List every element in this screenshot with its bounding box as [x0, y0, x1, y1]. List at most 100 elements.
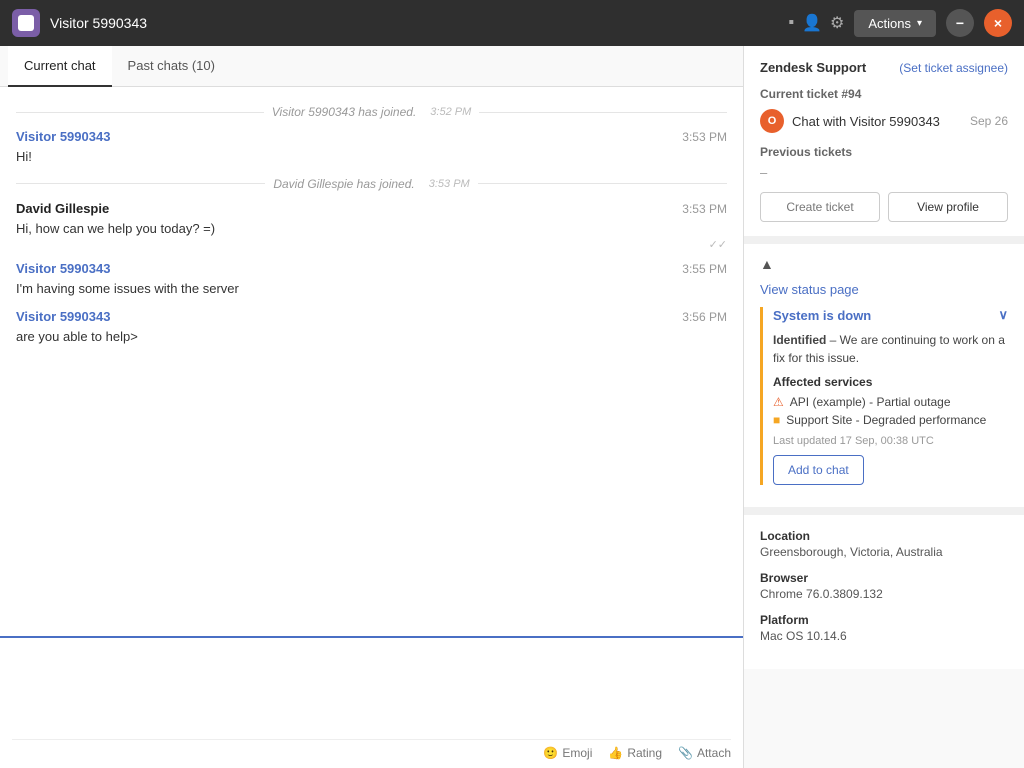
browser-label: Browser	[760, 571, 1008, 585]
person-icon[interactable]: 👤	[802, 13, 822, 33]
input-toolbar: 🙂 Emoji 👍 Rating 📎 Attach	[12, 739, 731, 760]
message-time: 3:55 PM	[682, 262, 727, 276]
message-author: Visitor 5990343	[16, 129, 110, 144]
rating-icon: 👍	[608, 746, 623, 760]
message-author: Visitor 5990343	[16, 309, 110, 324]
affected-icon: ■	[773, 413, 780, 427]
message-text: I'm having some issues with the server	[16, 279, 727, 299]
incident-description: Identified – We are continuing to work o…	[773, 331, 1008, 367]
system-message-text: Visitor 5990343 has joined.	[272, 105, 417, 119]
affected-item-text: API (example) - Partial outage	[790, 395, 951, 409]
emoji-button[interactable]: 🙂 Emoji	[543, 746, 592, 760]
message-time: 3:56 PM	[682, 310, 727, 324]
attach-button[interactable]: 📎 Attach	[678, 746, 731, 760]
close-button[interactable]: ×	[984, 9, 1012, 37]
message-author: David Gillespie	[16, 201, 109, 216]
platform-value: Mac OS 10.14.6	[760, 629, 1008, 643]
message-text: Hi, how can we help you today? =)	[16, 219, 727, 239]
app-icon-inner	[18, 15, 34, 31]
location-label: Location	[760, 529, 1008, 543]
view-profile-button[interactable]: View profile	[888, 192, 1008, 222]
message-input[interactable]	[12, 646, 731, 736]
titlebar-title: Visitor 5990343	[50, 15, 778, 31]
titlebar-icons: ▪ 👤 ⚙	[788, 13, 844, 33]
messages-area: Visitor 5990343 has joined. 3:52 PM Visit…	[0, 87, 743, 636]
zendesk-section: Zendesk Support (Set ticket assignee) Cu…	[744, 46, 1024, 244]
system-message: Visitor 5990343 has joined. 3:52 PM	[16, 105, 727, 119]
emoji-icon: 🙂	[543, 746, 558, 760]
message-block: Visitor 5990343 3:56 PM are you able to …	[16, 309, 727, 347]
location-value: Greensborough, Victoria, Australia	[760, 545, 1008, 559]
chevron-down-icon: ▾	[917, 18, 922, 29]
ticket-date: Sep 26	[970, 114, 1008, 128]
affected-items: ⚠ API (example) - Partial outage ■ Support …	[773, 395, 1008, 427]
ticket-row: O Chat with Visitor 5990343 Sep 26	[760, 109, 1008, 133]
platform-group: Platform Mac OS 10.14.6	[760, 613, 1008, 643]
minimize-button[interactable]: −	[946, 9, 974, 37]
set-assignee-link[interactable]: (Set ticket assignee)	[899, 61, 1008, 75]
msg-header: Visitor 5990343 3:53 PM	[16, 129, 727, 144]
system-message-text: David Gillespie has joined.	[273, 177, 414, 191]
last-updated: Last updated 17 Sep, 00:38 UTC	[773, 435, 1008, 447]
message-time: 3:53 PM	[682, 202, 727, 216]
system-message-time: 3:53 PM	[429, 178, 470, 190]
actions-button[interactable]: Actions ▾	[854, 10, 936, 37]
main-layout: Current chat Past chats (10) Visitor 599…	[0, 46, 1024, 768]
rating-button[interactable]: 👍 Rating	[608, 746, 662, 760]
location-section: Location Greensborough, Victoria, Austra…	[744, 515, 1024, 669]
tab-past-chats[interactable]: Past chats (10)	[112, 46, 231, 87]
zendesk-header: Zendesk Support (Set ticket assignee)	[760, 60, 1008, 75]
prev-tickets-dash: –	[760, 165, 1008, 180]
input-area: 🙂 Emoji 👍 Rating 📎 Attach	[0, 636, 743, 768]
incident-title[interactable]: System is down ∨	[773, 307, 1008, 323]
message-block: Visitor 5990343 3:53 PM Hi!	[16, 129, 727, 167]
chevron-down-icon: ∨	[998, 307, 1008, 323]
message-author: Visitor 5990343	[16, 261, 110, 276]
ticket-buttons: Create ticket View profile	[760, 192, 1008, 222]
affected-icon: ⚠	[773, 395, 784, 409]
chat-panel: Current chat Past chats (10) Visitor 599…	[0, 46, 744, 768]
platform-label: Platform	[760, 613, 1008, 627]
message-time: 3:53 PM	[682, 130, 727, 144]
message-checkmark: ✓✓	[709, 238, 727, 251]
affected-title: Affected services	[773, 375, 1008, 389]
status-section: ▲ View status page System is down ∨ Iden…	[744, 244, 1024, 515]
right-panel: Zendesk Support (Set ticket assignee) Cu…	[744, 46, 1024, 768]
message-text: are you able to help>	[16, 327, 727, 347]
status-collapse-button[interactable]: ▲	[760, 256, 774, 272]
emoji-label: Emoji	[562, 746, 592, 760]
system-message: David Gillespie has joined. 3:53 PM	[16, 177, 727, 191]
affected-item: ⚠ API (example) - Partial outage	[773, 395, 1008, 409]
create-ticket-button[interactable]: Create ticket	[760, 192, 880, 222]
msg-header: Visitor 5990343 3:55 PM	[16, 261, 727, 276]
incident-status-bold: Identified	[773, 333, 826, 347]
message-block: Visitor 5990343 3:55 PM I'm having some …	[16, 261, 727, 299]
ticket-name: Chat with Visitor 5990343	[792, 114, 962, 129]
msg-header: David Gillespie 3:53 PM	[16, 201, 727, 216]
msg-footer: ✓✓	[16, 238, 727, 251]
tabs: Current chat Past chats (10)	[0, 46, 743, 87]
attach-icon: 📎	[678, 746, 693, 760]
tab-current-chat[interactable]: Current chat	[8, 46, 112, 87]
screen-icon[interactable]: ▪	[788, 14, 794, 32]
incident-title-text: System is down	[773, 308, 871, 323]
zendesk-title: Zendesk Support	[760, 60, 866, 75]
status-incident: System is down ∨ Identified – We are con…	[760, 307, 1008, 485]
browser-value: Chrome 76.0.3809.132	[760, 587, 1008, 601]
message-block: David Gillespie 3:53 PM Hi, how can we h…	[16, 201, 727, 252]
settings-icon[interactable]: ⚙	[830, 13, 844, 33]
add-to-chat-button[interactable]: Add to chat	[773, 455, 864, 485]
set-assignee-label: Set ticket assignee	[903, 61, 1004, 75]
prev-tickets-label: Previous tickets	[760, 145, 1008, 159]
system-message-time: 3:52 PM	[430, 106, 471, 118]
current-ticket-label: Current ticket #94	[760, 87, 1008, 101]
view-status-link[interactable]: View status page	[760, 282, 1008, 297]
attach-label: Attach	[697, 746, 731, 760]
actions-label: Actions	[868, 16, 911, 31]
browser-group: Browser Chrome 76.0.3809.132	[760, 571, 1008, 601]
ticket-icon: O	[760, 109, 784, 133]
rating-label: Rating	[627, 746, 662, 760]
titlebar: Visitor 5990343 ▪ 👤 ⚙ Actions ▾ − ×	[0, 0, 1024, 46]
affected-item-text: Support Site - Degraded performance	[786, 413, 986, 427]
message-text: Hi!	[16, 147, 727, 167]
